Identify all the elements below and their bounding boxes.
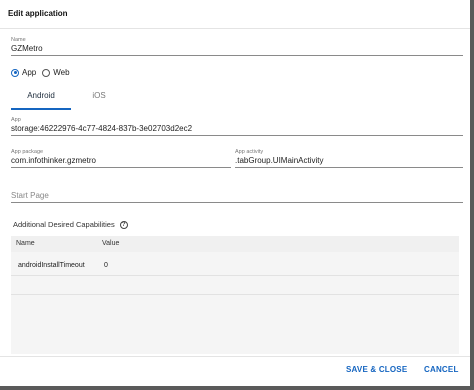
- table-header: Name Value: [11, 236, 459, 252]
- app-radio[interactable]: App: [11, 68, 36, 77]
- start-page-input[interactable]: Start Page: [11, 190, 463, 201]
- row-divider: [11, 275, 459, 276]
- column-header-name: Name: [16, 240, 35, 247]
- app-activity-underline: [235, 167, 463, 168]
- capabilities-table: Name Value androidInstallTimeout 0: [11, 236, 459, 354]
- name-underline: [11, 55, 463, 56]
- name-input[interactable]: GZMetro: [11, 43, 463, 54]
- start-page-underline: [11, 202, 463, 203]
- app-package-field[interactable]: App package com.infothinker.gzmetro: [11, 149, 231, 168]
- start-page-field[interactable]: Start Page: [11, 184, 463, 203]
- platform-tabs: Android iOS: [11, 86, 463, 110]
- web-radio-label: Web: [53, 68, 70, 77]
- app-radio-dot[interactable]: [11, 68, 19, 77]
- app-activity-input[interactable]: .tabGroup.UIMainActivity: [235, 155, 463, 166]
- help-icon[interactable]: ?: [119, 220, 128, 229]
- app-radio-label: App: [22, 68, 37, 77]
- app-input[interactable]: storage:46222976-4c77-4824-837b-3e02703d…: [11, 123, 463, 134]
- capability-name-cell[interactable]: androidInstallTimeout: [18, 262, 85, 269]
- edit-application-dialog: Edit application Name GZMetro App Web An…: [0, 0, 470, 386]
- dialog-title: Edit application: [8, 9, 68, 18]
- app-underline: [11, 135, 463, 136]
- app-package-underline: [11, 167, 231, 168]
- web-radio[interactable]: Web: [42, 68, 70, 77]
- tab-ios[interactable]: iOS: [71, 86, 127, 108]
- capabilities-title: Additional Desired Capabilities: [13, 220, 115, 229]
- app-package-input[interactable]: com.infothinker.gzmetro: [11, 155, 231, 166]
- name-field[interactable]: Name GZMetro: [11, 37, 463, 56]
- divider: [0, 28, 470, 29]
- capabilities-heading: Additional Desired Capabilities ?: [13, 220, 128, 229]
- tab-android[interactable]: Android: [11, 86, 71, 110]
- app-activity-field[interactable]: App activity .tabGroup.UIMainActivity: [235, 149, 463, 168]
- cancel-button[interactable]: CANCEL: [421, 363, 462, 376]
- column-header-value: Value: [102, 240, 120, 247]
- app-field[interactable]: App storage:46222976-4c77-4824-837b-3e02…: [11, 117, 463, 136]
- platform-radio-group: App Web: [11, 68, 76, 77]
- capability-value-cell[interactable]: 0: [104, 262, 108, 269]
- table-row[interactable]: androidInstallTimeout 0: [11, 256, 459, 275]
- save-and-close-button[interactable]: SAVE & CLOSE: [343, 363, 410, 376]
- row-divider: [11, 294, 459, 295]
- footer-divider: [0, 356, 470, 357]
- web-radio-dot[interactable]: [42, 68, 51, 77]
